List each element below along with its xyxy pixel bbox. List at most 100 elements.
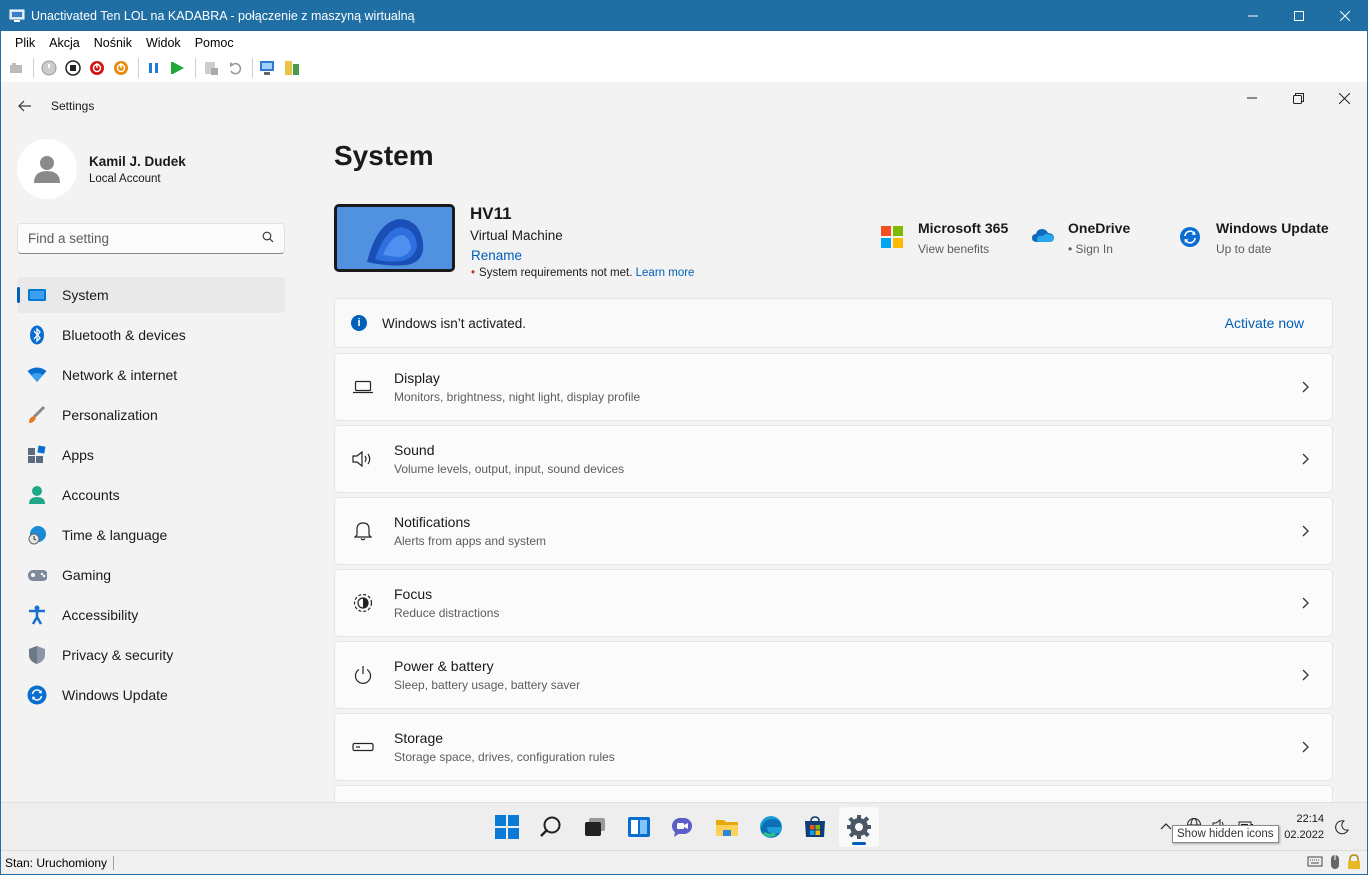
shutdown-icon[interactable] bbox=[86, 57, 108, 79]
gamepad-icon bbox=[27, 565, 47, 585]
card-partial[interactable] bbox=[334, 785, 1333, 802]
search-input[interactable] bbox=[28, 231, 262, 246]
menu-pomoc[interactable]: Pomoc bbox=[188, 36, 241, 50]
turn-off-icon[interactable] bbox=[62, 57, 84, 79]
ctrl-alt-del-icon[interactable] bbox=[5, 57, 27, 79]
quick-link-microsoft365[interactable]: Microsoft 365 View benefits bbox=[881, 220, 1008, 256]
menu-plik[interactable]: Plik bbox=[1, 36, 42, 50]
card-storage[interactable]: Storage Storage space, drives, configurat… bbox=[334, 713, 1333, 781]
menu-widok[interactable]: Widok bbox=[139, 36, 188, 50]
settings-titlebar: Settings bbox=[1, 82, 1367, 130]
quick-link-title: OneDrive bbox=[1068, 220, 1131, 236]
taskbar-search-icon[interactable] bbox=[531, 807, 571, 847]
nav-label: Apps bbox=[62, 447, 94, 463]
warning-dot-icon: • bbox=[471, 267, 476, 279]
accessibility-icon bbox=[27, 605, 47, 625]
pause-icon[interactable] bbox=[143, 57, 165, 79]
taskbar-clock[interactable]: 22:14 02.2022 bbox=[1284, 811, 1324, 843]
device-type: Virtual Machine bbox=[470, 228, 563, 243]
card-power-battery[interactable]: Power & battery Sleep, battery usage, bat… bbox=[334, 641, 1333, 709]
vm-maximize-button[interactable] bbox=[1276, 0, 1322, 31]
clock-date: 02.2022 bbox=[1284, 829, 1324, 841]
nav-label: Network & internet bbox=[62, 367, 178, 383]
quick-link-onedrive[interactable]: OneDrive • Sign In bbox=[1031, 220, 1130, 256]
card-subtitle: Sleep, battery usage, battery saver bbox=[394, 678, 581, 692]
user-profile[interactable]: Kamil J. Dudek Local Account bbox=[17, 139, 186, 199]
nav-label: Gaming bbox=[62, 567, 112, 583]
nav-item-windows-update[interactable]: Windows Update bbox=[17, 677, 285, 713]
rename-link[interactable]: Rename bbox=[471, 248, 522, 263]
nav-item-privacy[interactable]: Privacy & security bbox=[17, 637, 285, 673]
card-subtitle: Monitors, brightness, night light, displ… bbox=[394, 390, 641, 404]
requirements-note: • System requirements not met. Learn more bbox=[471, 267, 694, 279]
chat-icon[interactable] bbox=[663, 807, 703, 847]
card-title: Power & battery bbox=[394, 658, 494, 674]
nav-item-personalization[interactable]: Personalization bbox=[17, 397, 285, 433]
checkpoint-icon[interactable] bbox=[200, 57, 222, 79]
nav-item-network[interactable]: Network & internet bbox=[17, 357, 285, 393]
card-sound[interactable]: Sound Volume levels, output, input, sound… bbox=[334, 425, 1333, 493]
nav-item-accessibility[interactable]: Accessibility bbox=[17, 597, 285, 633]
start-button[interactable] bbox=[487, 807, 527, 847]
globe-clock-icon bbox=[27, 525, 47, 545]
settings-restore-button[interactable] bbox=[1275, 82, 1321, 114]
nav-label: Accessibility bbox=[62, 607, 139, 623]
edge-icon[interactable] bbox=[751, 807, 791, 847]
nav-label: Bluetooth & devices bbox=[62, 327, 186, 343]
nav-item-accounts[interactable]: Accounts bbox=[17, 477, 285, 513]
vm-minimize-button[interactable] bbox=[1230, 0, 1276, 31]
card-notifications[interactable]: Notifications Alerts from apps and system bbox=[334, 497, 1333, 565]
widgets-icon[interactable] bbox=[619, 807, 659, 847]
nav-item-bluetooth[interactable]: Bluetooth & devices bbox=[17, 317, 285, 353]
vm-connection-icon bbox=[9, 9, 25, 23]
speaker-icon bbox=[352, 448, 374, 470]
guest-desktop: Settings Kamil J. Dudek Local Account Sy… bbox=[1, 82, 1367, 802]
file-explorer-icon[interactable] bbox=[707, 807, 747, 847]
settings-taskbar-icon[interactable] bbox=[839, 807, 879, 847]
page-title: System bbox=[334, 140, 434, 171]
power-icon bbox=[352, 664, 374, 686]
wifi-icon bbox=[27, 365, 47, 385]
nav-label: Accounts bbox=[62, 487, 120, 503]
save-state-icon[interactable] bbox=[110, 57, 132, 79]
chevron-right-icon bbox=[1300, 380, 1312, 394]
vm-close-button[interactable] bbox=[1322, 0, 1368, 31]
profile-name: Kamil J. Dudek bbox=[89, 153, 186, 169]
quick-link-title: Microsoft 365 bbox=[918, 220, 1009, 236]
lock-icon bbox=[1347, 854, 1361, 873]
learn-more-link[interactable]: Learn more bbox=[636, 267, 695, 279]
microsoft365-icon bbox=[881, 226, 905, 250]
reset-icon[interactable] bbox=[167, 57, 189, 79]
settings-close-button[interactable] bbox=[1321, 82, 1367, 114]
person-icon bbox=[27, 485, 47, 505]
back-arrow-icon[interactable] bbox=[15, 96, 35, 116]
clock-time: 22:14 bbox=[1296, 813, 1324, 825]
chevron-up-icon[interactable] bbox=[1159, 819, 1173, 833]
windows-update-icon bbox=[1179, 226, 1203, 250]
quick-link-subtitle: • Sign In bbox=[1068, 242, 1113, 256]
device-name: HV11 bbox=[470, 204, 512, 223]
nav-item-apps[interactable]: Apps bbox=[17, 437, 285, 473]
activate-now-link[interactable]: Activate now bbox=[1225, 315, 1304, 331]
search-icon[interactable] bbox=[262, 230, 274, 248]
settings-minimize-button[interactable] bbox=[1229, 82, 1275, 114]
revert-icon[interactable] bbox=[224, 57, 246, 79]
card-focus[interactable]: Focus Reduce distractions bbox=[334, 569, 1333, 637]
quick-link-windows-update[interactable]: Windows Update Up to date bbox=[1179, 220, 1329, 256]
card-subtitle: Volume levels, output, input, sound devi… bbox=[394, 462, 625, 476]
menu-nosnik[interactable]: Nośnik bbox=[87, 36, 139, 50]
task-view-icon[interactable] bbox=[575, 807, 615, 847]
vm-statusbar: Stan: Uruchomiony bbox=[1, 850, 1367, 874]
settings-search-box bbox=[17, 223, 285, 254]
share-icon[interactable] bbox=[281, 57, 303, 79]
enhanced-session-icon[interactable] bbox=[257, 57, 279, 79]
start-vm-icon[interactable] bbox=[38, 57, 60, 79]
nav-item-gaming[interactable]: Gaming bbox=[17, 557, 285, 593]
store-icon[interactable] bbox=[795, 807, 835, 847]
card-display[interactable]: Display Monitors, brightness, night light… bbox=[334, 353, 1333, 421]
notifications-icon[interactable] bbox=[1334, 819, 1350, 840]
card-subtitle: Reduce distractions bbox=[394, 606, 500, 620]
menu-akcja[interactable]: Akcja bbox=[42, 36, 87, 50]
nav-item-system[interactable]: System bbox=[17, 277, 285, 313]
nav-item-time-language[interactable]: Time & language bbox=[17, 517, 285, 553]
